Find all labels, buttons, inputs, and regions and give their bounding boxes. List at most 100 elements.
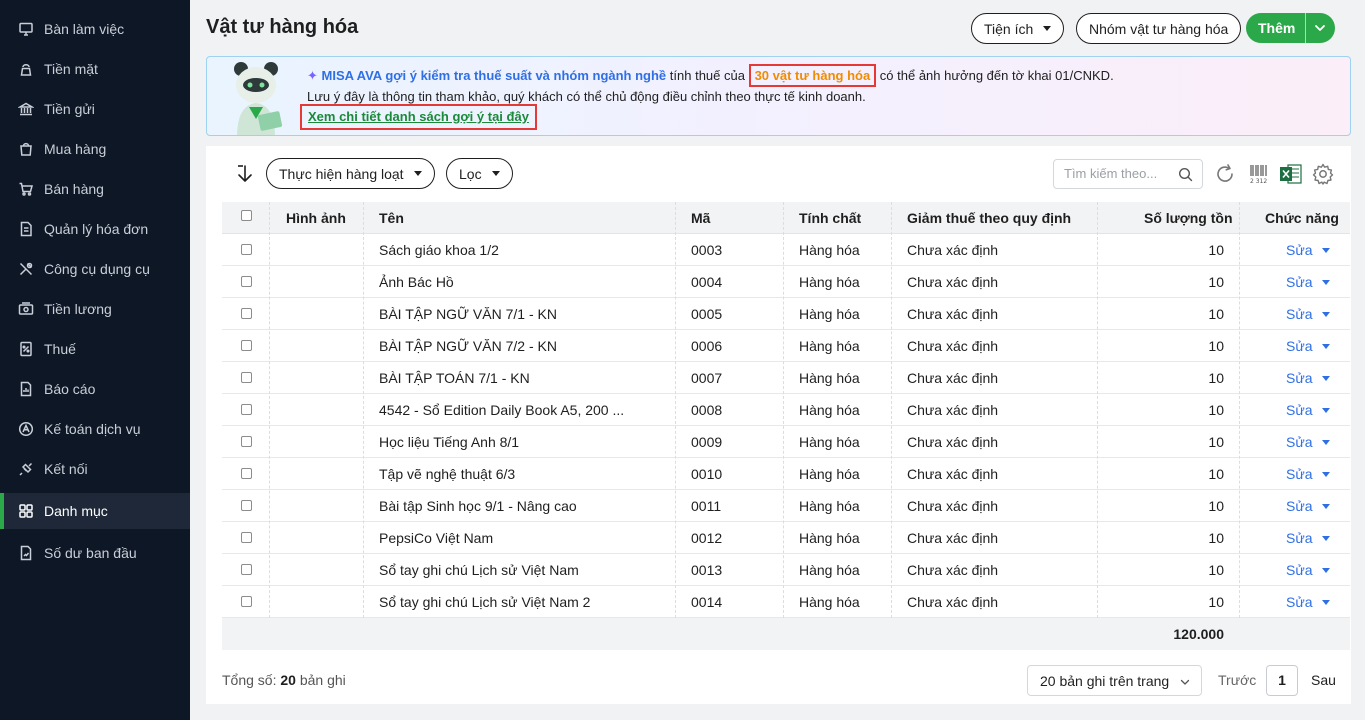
table-row[interactable]: Sách giáo khoa 1/2 0003 Hàng hóa Chưa xác đ… xyxy=(222,234,1350,266)
table-row[interactable]: BÀI TẬP TOÁN 7/1 - KN 0007 Hàng hóa Chưa xá… xyxy=(222,362,1350,394)
edit-button[interactable]: Sửa xyxy=(1286,434,1313,450)
sidebar-item-13[interactable]: Số dư ban đầu xyxy=(0,535,190,571)
search-icon[interactable] xyxy=(1178,167,1193,182)
row-checkbox[interactable] xyxy=(241,564,252,575)
caret-down-icon[interactable] xyxy=(1322,600,1330,605)
bulk-action-button[interactable]: Thực hiện hàng loạt xyxy=(266,158,435,189)
caret-down-icon[interactable] xyxy=(1322,280,1330,285)
table-row[interactable]: Học liệu Tiếng Anh 8/1 0009 Hàng hóa Chưa x… xyxy=(222,426,1350,458)
sort-icon[interactable] xyxy=(234,163,256,185)
edit-button[interactable]: Sửa xyxy=(1286,562,1313,578)
row-checkbox[interactable] xyxy=(241,308,252,319)
table-row[interactable]: Bài tập Sinh học 9/1 - Nâng cao 0011 Hàng … xyxy=(222,490,1350,522)
row-checkbox[interactable] xyxy=(241,276,252,287)
caret-down-icon[interactable] xyxy=(1322,376,1330,381)
sidebar-item-7[interactable]: Tiền lương xyxy=(0,291,190,327)
cell-type: Hàng hóa xyxy=(799,530,860,546)
caret-down-icon[interactable] xyxy=(1322,472,1330,477)
sidebar-item-label: Tiền mặt xyxy=(44,61,98,77)
search-input[interactable] xyxy=(1064,166,1176,181)
edit-button[interactable]: Sửa xyxy=(1286,466,1313,482)
row-checkbox[interactable] xyxy=(241,340,252,351)
caret-down-icon[interactable] xyxy=(1322,248,1330,253)
edit-button[interactable]: Sửa xyxy=(1286,594,1313,610)
sidebar-item-4[interactable]: Bán hàng xyxy=(0,171,190,207)
caret-down-icon[interactable] xyxy=(1322,536,1330,541)
cell-quantity: 10 xyxy=(1208,306,1224,322)
sidebar-item-8[interactable]: Thuế xyxy=(0,331,190,367)
refresh-icon[interactable] xyxy=(1213,162,1237,186)
affected-items-count[interactable]: 30 vật tư hàng hóa xyxy=(748,64,877,87)
sidebar-item-12[interactable]: Danh mục xyxy=(0,493,190,529)
barcode-icon[interactable]: 2 312 xyxy=(1247,162,1271,186)
col-image: Hình ảnh xyxy=(286,210,346,226)
sidebar-item-2[interactable]: Tiền gửi xyxy=(0,91,190,127)
cell-name: Ảnh Bác Hồ xyxy=(379,274,454,290)
cell-tax-reduction: Chưa xác định xyxy=(907,274,999,290)
prev-page-button[interactable]: Trước xyxy=(1218,672,1256,688)
filter-button[interactable]: Lọc xyxy=(446,158,513,189)
sidebar-item-9[interactable]: Báo cáo xyxy=(0,371,190,407)
edit-button[interactable]: Sửa xyxy=(1286,530,1313,546)
sidebar-item-label: Công cụ dụng cụ xyxy=(44,261,150,277)
utilities-button[interactable]: Tiện ích xyxy=(971,13,1065,44)
row-checkbox[interactable] xyxy=(241,532,252,543)
table-row[interactable]: Tập vẽ nghệ thuật 6/3 0010 Hàng hóa Chưa xá… xyxy=(222,458,1350,490)
caret-down-icon[interactable] xyxy=(1322,440,1330,445)
sidebar-item-label: Kế toán dịch vụ xyxy=(44,421,141,437)
row-checkbox[interactable] xyxy=(241,372,252,383)
row-checkbox[interactable] xyxy=(241,436,252,447)
page-size-label: 20 bản ghi trên trang xyxy=(1040,673,1170,689)
table-row[interactable]: 4542 - Sổ Edition Daily Book A5, 200 ...… xyxy=(222,394,1350,426)
cell-tax-reduction: Chưa xác định xyxy=(907,434,999,450)
sidebar-item-1[interactable]: Tiền mặt xyxy=(0,51,190,87)
edit-button[interactable]: Sửa xyxy=(1286,242,1313,258)
caret-down-icon xyxy=(413,171,422,176)
col-type: Tính chất xyxy=(799,210,862,226)
settings-gear-icon[interactable] xyxy=(1311,162,1335,186)
edit-button[interactable]: Sửa xyxy=(1286,370,1313,386)
edit-button[interactable]: Sửa xyxy=(1286,402,1313,418)
edit-button[interactable]: Sửa xyxy=(1286,498,1313,514)
table-row[interactable]: Sổ tay ghi chú Lịch sử Việt Nam 0013 Hàng … xyxy=(222,554,1350,586)
page-size-select[interactable]: 20 bản ghi trên trang xyxy=(1027,665,1202,696)
table-row[interactable]: Sổ tay ghi chú Lịch sử Việt Nam 2 0014 Hàn… xyxy=(222,586,1350,618)
sidebar-item-11[interactable]: Kết nối xyxy=(0,451,190,487)
item-group-button[interactable]: Nhóm vật tư hàng hóa xyxy=(1076,13,1242,44)
select-all-checkbox[interactable] xyxy=(241,210,252,221)
row-checkbox[interactable] xyxy=(241,244,252,255)
sidebar-item-6[interactable]: Công cụ dụng cụ xyxy=(0,251,190,287)
edit-button[interactable]: Sửa xyxy=(1286,274,1313,290)
caret-down-icon[interactable] xyxy=(1322,504,1330,509)
next-page-button[interactable]: Sau xyxy=(1311,672,1336,688)
edit-button[interactable]: Sửa xyxy=(1286,306,1313,322)
page-title: Vật tư hàng hóa xyxy=(206,16,359,38)
sidebar-item-label: Danh mục xyxy=(44,503,108,519)
edit-button[interactable]: Sửa xyxy=(1286,338,1313,354)
caret-down-icon[interactable] xyxy=(1322,344,1330,349)
row-checkbox[interactable] xyxy=(241,404,252,415)
caret-down-icon[interactable] xyxy=(1322,408,1330,413)
table-row[interactable]: BÀI TẬP NGỮ VĂN 7/1 - KN 0005 Hàng hóa Chưa… xyxy=(222,298,1350,330)
sidebar-item-10[interactable]: Kế toán dịch vụ xyxy=(0,411,190,447)
sidebar-item-3[interactable]: Mua hàng xyxy=(0,131,190,167)
chevron-down-icon[interactable] xyxy=(1312,20,1328,36)
row-checkbox[interactable] xyxy=(241,468,252,479)
caret-down-icon[interactable] xyxy=(1322,568,1330,573)
table-row[interactable]: PepsiCo Việt Nam 0012 Hàng hóa Chưa xác địn… xyxy=(222,522,1350,554)
sidebar-item-5[interactable]: Quản lý hóa đơn xyxy=(0,211,190,247)
sidebar-item-0[interactable]: Bàn làm việc xyxy=(0,11,190,47)
table-row[interactable]: Ảnh Bác Hồ 0004 Hàng hóa Chưa xác định 10 Sửa xyxy=(222,266,1350,298)
caret-down-icon[interactable] xyxy=(1322,312,1330,317)
view-suggestions-link[interactable]: Xem chi tiết danh sách gợi ý tại đây xyxy=(300,104,537,130)
total-records: Tổng số: 20 bản ghi xyxy=(222,672,346,688)
table-row[interactable]: BÀI TẬP NGỮ VĂN 7/2 - KN 0006 Hàng hóa Chưa… xyxy=(222,330,1350,362)
search-box[interactable] xyxy=(1053,159,1203,189)
current-page-button[interactable]: 1 xyxy=(1266,665,1298,696)
row-checkbox[interactable] xyxy=(241,500,252,511)
add-button[interactable]: Thêm xyxy=(1246,13,1335,43)
bulk-action-label: Thực hiện hàng loạt xyxy=(279,165,404,182)
cell-code: 0005 xyxy=(691,306,723,322)
row-checkbox[interactable] xyxy=(241,596,252,607)
excel-export-icon[interactable] xyxy=(1279,162,1303,186)
